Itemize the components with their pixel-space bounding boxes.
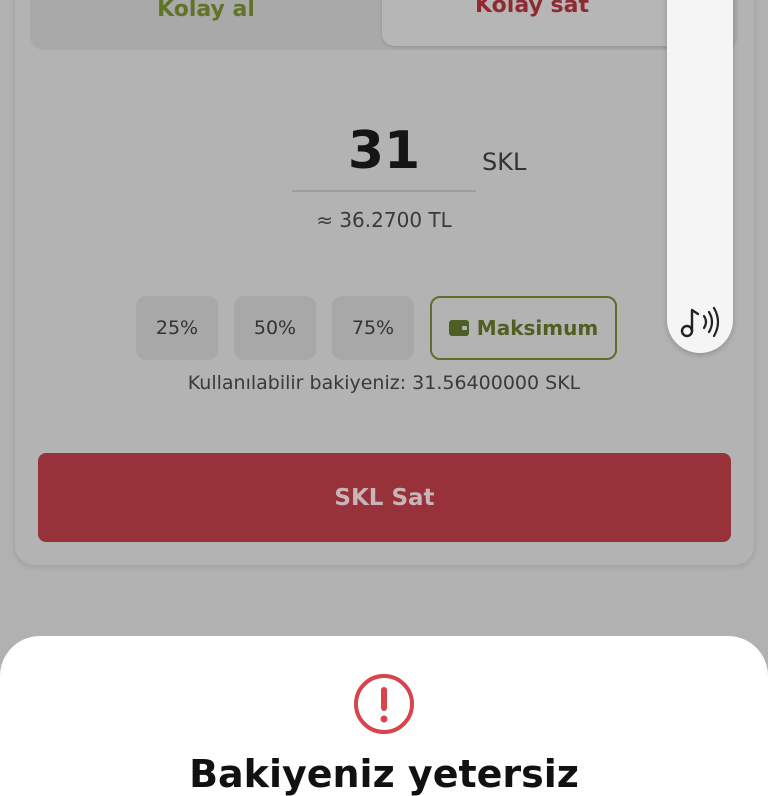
tab-kolay-sat[interactable]: Kolay sat (382, 0, 682, 46)
available-balance: Kullanılabilir bakiyeniz: 31.56400000 SK… (187, 372, 581, 394)
music-sound-icon[interactable] (678, 302, 722, 342)
amount-input[interactable]: 31 (292, 112, 476, 192)
approx-value: ≈ 36.2700 TL (316, 208, 452, 232)
percent-75-button[interactable]: 75% (332, 296, 414, 360)
amount-unit: SKL (482, 148, 527, 176)
percent-25-button[interactable]: 25% (136, 296, 218, 360)
tab-kolay-al[interactable]: Kolay al (30, 0, 382, 50)
sheet-title: Bakiyeniz yetersiz (189, 752, 579, 796)
side-panel (667, 0, 733, 353)
percent-50-button[interactable]: 50% (234, 296, 316, 360)
max-button-label: Maksimum (476, 316, 599, 340)
sell-button[interactable]: SKL Sat (38, 453, 731, 542)
alert-icon (354, 674, 414, 734)
wallet-icon (448, 320, 469, 336)
max-button[interactable]: Maksimum (430, 296, 617, 360)
